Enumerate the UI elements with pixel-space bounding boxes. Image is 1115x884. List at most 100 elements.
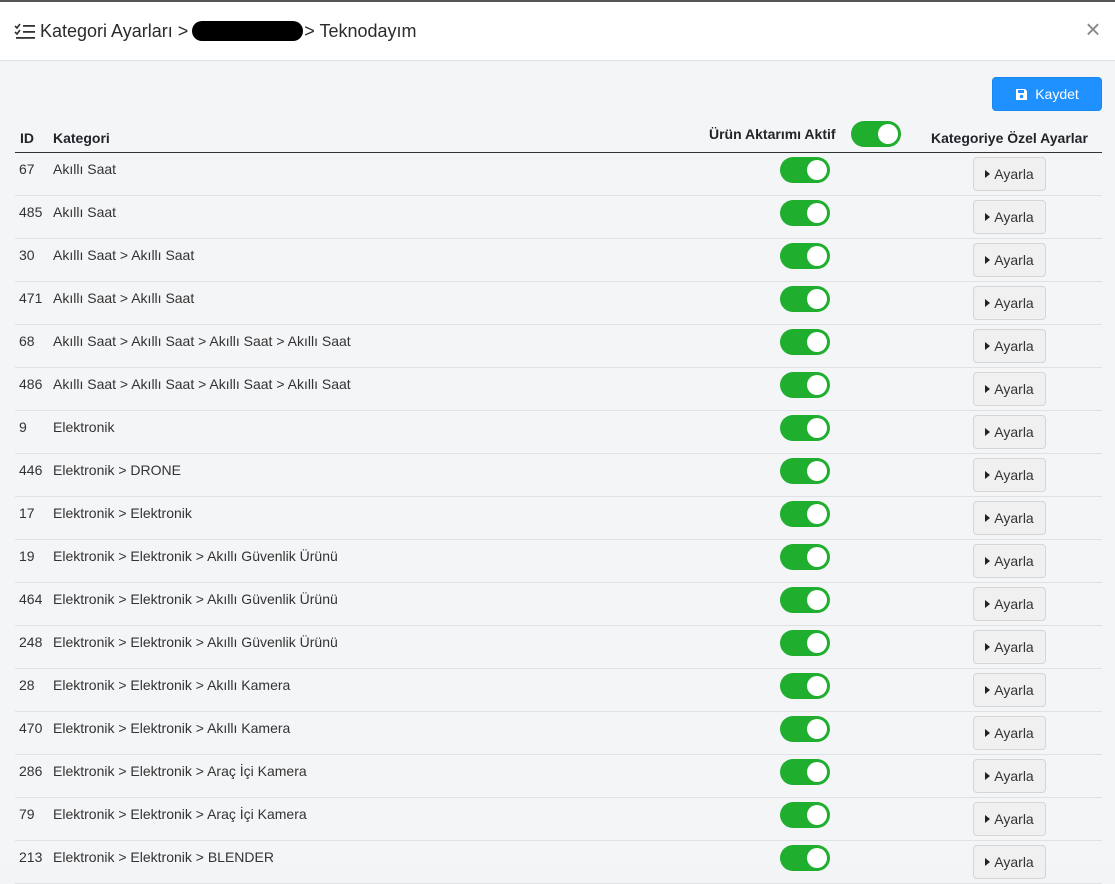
- table-row: 67 Akıllı Saat Ayarla: [15, 153, 1102, 196]
- transfer-active-switch[interactable]: [780, 716, 830, 742]
- modal-title: Kategori Ayarları > > Teknodayım: [14, 21, 417, 42]
- transfer-active-switch[interactable]: [780, 415, 830, 441]
- row-category: Akıllı Saat: [53, 161, 117, 177]
- ayarla-button[interactable]: Ayarla: [973, 286, 1046, 320]
- row-id: 67: [19, 161, 35, 177]
- caret-right-icon: [985, 342, 991, 350]
- row-category: Elektronik > Elektronik > Akıllı Kamera: [53, 720, 291, 736]
- ayarla-button-label: Ayarla: [994, 553, 1034, 569]
- transfer-active-switch[interactable]: [780, 200, 830, 226]
- ayarla-button[interactable]: Ayarla: [973, 587, 1046, 621]
- transfer-active-switch[interactable]: [780, 372, 830, 398]
- modal-header: Kategori Ayarları > > Teknodayım ×: [0, 2, 1115, 61]
- ayarla-button-label: Ayarla: [994, 338, 1034, 354]
- ayarla-button[interactable]: Ayarla: [973, 759, 1046, 793]
- ayarla-button[interactable]: Ayarla: [973, 415, 1046, 449]
- category-settings-modal: Kategori Ayarları > > Teknodayım × Kayde…: [0, 0, 1115, 884]
- row-id: 486: [19, 376, 43, 392]
- ayarla-button[interactable]: Ayarla: [973, 200, 1046, 234]
- transfer-active-switch[interactable]: [780, 759, 830, 785]
- toggle-all-transfer-switch[interactable]: [851, 121, 901, 147]
- ayarla-button-label: Ayarla: [994, 596, 1034, 612]
- row-id: 30: [19, 247, 35, 263]
- row-category: Akıllı Saat > Akıllı Saat > Akıllı Saat …: [53, 333, 351, 349]
- transfer-active-switch[interactable]: [780, 587, 830, 613]
- row-id: 68: [19, 333, 35, 349]
- ayarla-button-label: Ayarla: [994, 768, 1034, 784]
- ayarla-button[interactable]: Ayarla: [973, 157, 1046, 191]
- caret-right-icon: [985, 256, 991, 264]
- transfer-active-switch[interactable]: [780, 802, 830, 828]
- transfer-active-switch[interactable]: [780, 673, 830, 699]
- ayarla-button[interactable]: Ayarla: [973, 458, 1046, 492]
- ayarla-button-label: Ayarla: [994, 295, 1034, 311]
- table-row: 464 Elektronik > Elektronik > Akıllı Güve…: [15, 583, 1102, 626]
- row-id: 248: [19, 634, 43, 650]
- ayarla-button[interactable]: Ayarla: [973, 802, 1046, 836]
- save-button[interactable]: Kaydet: [992, 77, 1102, 111]
- row-category: Elektronik > Elektronik > Akıllı Kamera: [53, 677, 291, 693]
- column-header-transfer-active: Ürün Aktarımı Aktif: [709, 126, 836, 142]
- row-id: 446: [19, 462, 43, 478]
- row-category: Elektronik: [53, 419, 115, 435]
- table-row: 286 Elektronik > Elektronik > Araç İçi Ka…: [15, 755, 1102, 798]
- table-header: ID Kategori Ürün Aktarımı Aktif Kategori…: [15, 121, 1102, 153]
- ayarla-button-label: Ayarla: [994, 381, 1034, 397]
- ayarla-button-label: Ayarla: [994, 811, 1034, 827]
- checklist-icon: [14, 23, 35, 39]
- ayarla-button-label: Ayarla: [994, 252, 1034, 268]
- ayarla-button-label: Ayarla: [994, 682, 1034, 698]
- row-id: 485: [19, 204, 43, 220]
- transfer-active-switch[interactable]: [780, 157, 830, 183]
- close-icon[interactable]: ×: [1083, 16, 1103, 42]
- table-row: 30 Akıllı Saat > Akıllı Saat Ayarla: [15, 239, 1102, 282]
- table-row: 471 Akıllı Saat > Akıllı Saat Ayarla: [15, 282, 1102, 325]
- caret-right-icon: [985, 514, 991, 522]
- ayarla-button[interactable]: Ayarla: [973, 501, 1046, 535]
- ayarla-button[interactable]: Ayarla: [973, 673, 1046, 707]
- row-id: 286: [19, 763, 43, 779]
- transfer-active-switch[interactable]: [780, 329, 830, 355]
- ayarla-button[interactable]: Ayarla: [973, 544, 1046, 578]
- transfer-active-switch[interactable]: [780, 286, 830, 312]
- ayarla-button[interactable]: Ayarla: [973, 243, 1046, 277]
- table-row: 470 Elektronik > Elektronik > Akıllı Kame…: [15, 712, 1102, 755]
- ayarla-button[interactable]: Ayarla: [973, 630, 1046, 664]
- caret-right-icon: [985, 213, 991, 221]
- ayarla-button-label: Ayarla: [994, 725, 1034, 741]
- ayarla-button[interactable]: Ayarla: [973, 845, 1046, 879]
- title-suffix: > Teknodayım: [304, 20, 417, 41]
- ayarla-button-label: Ayarla: [994, 639, 1034, 655]
- row-id: 470: [19, 720, 43, 736]
- transfer-active-switch[interactable]: [780, 544, 830, 570]
- ayarla-button[interactable]: Ayarla: [973, 329, 1046, 363]
- ayarla-button-label: Ayarla: [994, 209, 1034, 225]
- transfer-active-switch[interactable]: [780, 501, 830, 527]
- table-row: 9 Elektronik Ayarla: [15, 411, 1102, 454]
- row-category: Akıllı Saat > Akıllı Saat: [53, 247, 195, 263]
- save-icon: [1016, 88, 1028, 100]
- table-row: 486 Akıllı Saat > Akıllı Saat > Akıllı Sa…: [15, 368, 1102, 411]
- table-row: 17 Elektronik > Elektronik Ayarla: [15, 497, 1102, 540]
- table-row: 28 Elektronik > Elektronik > Akıllı Kamer…: [15, 669, 1102, 712]
- transfer-active-switch[interactable]: [780, 630, 830, 656]
- caret-right-icon: [985, 643, 991, 651]
- transfer-active-switch[interactable]: [780, 845, 830, 871]
- row-category: Akıllı Saat > Akıllı Saat: [53, 290, 195, 306]
- column-header-special-settings: Kategoriye Özel Ayarlar: [931, 130, 1088, 146]
- ayarla-button[interactable]: Ayarla: [973, 716, 1046, 750]
- transfer-active-switch[interactable]: [780, 458, 830, 484]
- caret-right-icon: [985, 729, 991, 737]
- caret-right-icon: [985, 385, 991, 393]
- title-prefix: Kategori Ayarları >: [40, 20, 189, 41]
- table-row: 446 Elektronik > DRONE Ayarla: [15, 454, 1102, 497]
- caret-right-icon: [985, 299, 991, 307]
- row-category: Elektronik > Elektronik > Araç İçi Kamer…: [53, 763, 307, 779]
- row-id: 28: [19, 677, 35, 693]
- caret-right-icon: [985, 428, 991, 436]
- transfer-active-switch[interactable]: [780, 243, 830, 269]
- ayarla-button[interactable]: Ayarla: [973, 372, 1046, 406]
- row-id: 17: [19, 505, 35, 521]
- caret-right-icon: [985, 600, 991, 608]
- table-row: 79 Elektronik > Elektronik > Araç İçi Kam…: [15, 798, 1102, 841]
